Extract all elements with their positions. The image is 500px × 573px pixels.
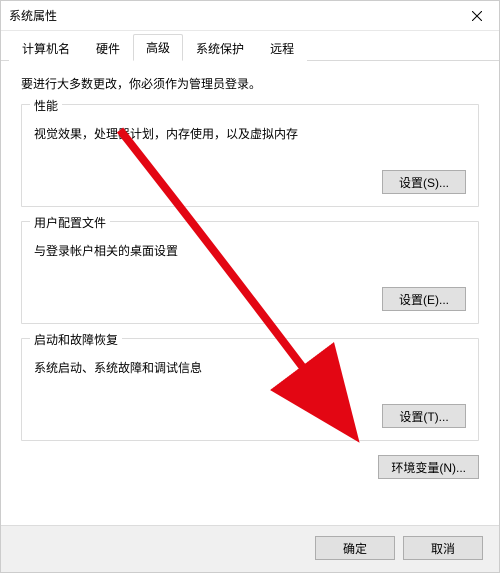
tab-hardware[interactable]: 硬件 bbox=[83, 35, 133, 61]
performance-settings-button[interactable]: 设置(S)... bbox=[382, 170, 466, 194]
environment-variables-button[interactable]: 环境变量(N)... bbox=[378, 455, 479, 479]
user-profiles-group: 用户配置文件 与登录帐户相关的桌面设置 设置(E)... bbox=[21, 221, 479, 324]
user-profiles-settings-button[interactable]: 设置(E)... bbox=[382, 287, 466, 311]
startup-recovery-desc: 系统启动、系统故障和调试信息 bbox=[34, 359, 466, 376]
tab-computer-name[interactable]: 计算机名 bbox=[9, 35, 83, 61]
startup-recovery-settings-button[interactable]: 设置(T)... bbox=[382, 404, 466, 428]
content-area: 要进行大多数更改，你必须作为管理员登录。 性能 视觉效果，处理器计划，内存使用，… bbox=[1, 61, 499, 525]
performance-desc: 视觉效果，处理器计划，内存使用，以及虚拟内存 bbox=[34, 125, 466, 142]
tabs: 计算机名 硬件 高级 系统保护 远程 bbox=[1, 31, 499, 61]
performance-title: 性能 bbox=[30, 97, 62, 114]
dialog-footer: 确定 取消 bbox=[1, 525, 499, 572]
system-properties-window: 系统属性 计算机名 硬件 高级 系统保护 远程 要进行大多数更改，你必须作为管理… bbox=[0, 0, 500, 573]
close-icon bbox=[472, 11, 482, 21]
tab-system-protection[interactable]: 系统保护 bbox=[183, 35, 257, 61]
startup-recovery-group: 启动和故障恢复 系统启动、系统故障和调试信息 设置(T)... bbox=[21, 338, 479, 441]
cancel-button[interactable]: 取消 bbox=[403, 536, 483, 560]
user-profiles-desc: 与登录帐户相关的桌面设置 bbox=[34, 242, 466, 259]
admin-note: 要进行大多数更改，你必须作为管理员登录。 bbox=[21, 75, 479, 92]
titlebar: 系统属性 bbox=[1, 1, 499, 31]
tab-remote[interactable]: 远程 bbox=[257, 35, 307, 61]
close-button[interactable] bbox=[454, 1, 499, 31]
performance-group: 性能 视觉效果，处理器计划，内存使用，以及虚拟内存 设置(S)... bbox=[21, 104, 479, 207]
user-profiles-title: 用户配置文件 bbox=[30, 214, 110, 231]
startup-recovery-title: 启动和故障恢复 bbox=[30, 331, 122, 348]
tab-advanced[interactable]: 高级 bbox=[133, 34, 183, 61]
window-title: 系统属性 bbox=[9, 7, 57, 24]
ok-button[interactable]: 确定 bbox=[315, 536, 395, 560]
env-vars-row: 环境变量(N)... bbox=[21, 455, 479, 483]
